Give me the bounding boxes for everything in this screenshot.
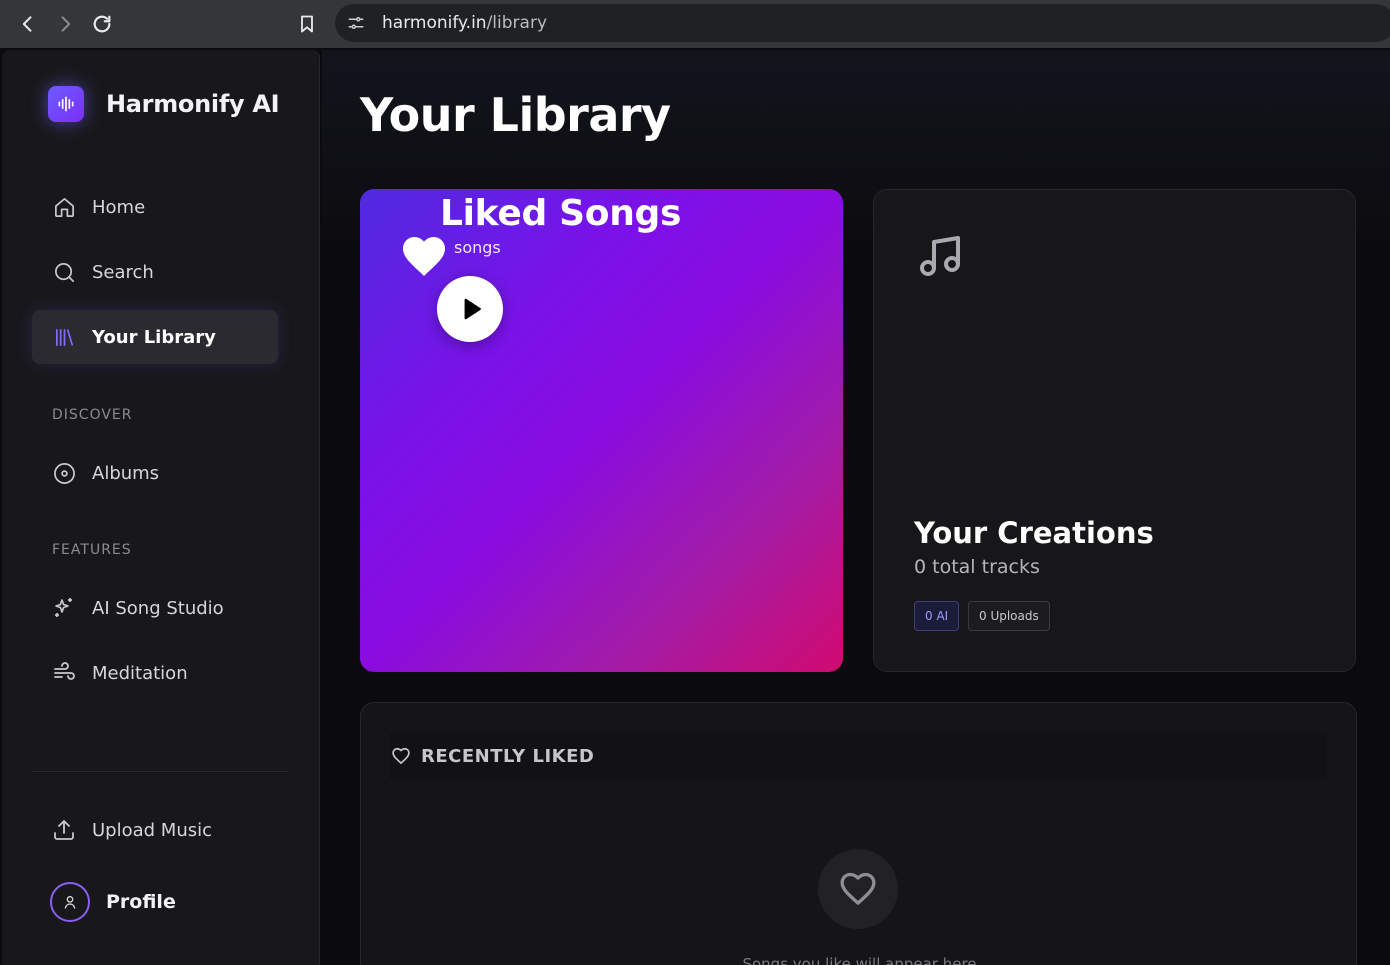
upload-icon xyxy=(52,818,76,842)
play-button[interactable] xyxy=(437,276,503,342)
ai-count-badge: 0 AI xyxy=(914,601,960,631)
sparkles-icon xyxy=(52,596,76,620)
forward-icon[interactable] xyxy=(50,9,80,39)
back-icon[interactable] xyxy=(13,9,43,39)
sidebar-item-upload-music[interactable]: Upload Music xyxy=(32,803,278,857)
section-label-features: FEATURES xyxy=(52,542,132,558)
sidebar-item-search[interactable]: Search xyxy=(32,245,278,299)
sidebar-divider xyxy=(32,771,288,772)
address-bar[interactable]: harmonify.in/library xyxy=(335,4,1390,42)
empty-state-heart-icon xyxy=(818,849,898,929)
sidebar-item-albums[interactable]: Albums xyxy=(32,446,278,500)
site-settings-icon[interactable] xyxy=(345,12,367,34)
url-host: harmonify.in xyxy=(382,13,487,33)
library-icon xyxy=(52,325,76,349)
user-icon xyxy=(50,882,90,922)
sidebar-item-your-library[interactable]: Your Library xyxy=(32,310,278,364)
sidebar: Harmonify AI Home Search Your Library DI… xyxy=(2,50,320,965)
sidebar-item-home[interactable]: Home xyxy=(32,180,278,234)
disc-icon xyxy=(52,461,76,485)
recently-liked-panel: RECENTLY LIKED Songs you like will appea… xyxy=(360,702,1357,965)
recently-liked-title: RECENTLY LIKED xyxy=(421,745,595,767)
sidebar-item-meditation[interactable]: Meditation xyxy=(32,646,278,700)
sidebar-item-label: AI Song Studio xyxy=(92,597,224,619)
creations-title: Your Creations xyxy=(914,516,1154,550)
sidebar-item-label: Upload Music xyxy=(92,819,213,841)
music-note-icon xyxy=(916,232,964,284)
your-creations-card[interactable]: Your Creations 0 total tracks 0 AI 0 Upl… xyxy=(873,189,1356,672)
sidebar-item-label: Home xyxy=(92,196,146,218)
sidebar-item-label: Albums xyxy=(92,462,160,484)
search-icon xyxy=(52,260,76,284)
heart-outline-icon xyxy=(391,746,411,766)
waveform-logo-icon xyxy=(48,86,84,122)
play-icon xyxy=(464,298,481,320)
liked-songs-card[interactable]: Liked Songs songs xyxy=(360,189,843,672)
main-content: Your Library Liked Songs songs Your Crea… xyxy=(322,50,1390,965)
url-path: /library xyxy=(486,13,547,33)
page-title: Your Library xyxy=(360,88,671,142)
liked-songs-count: songs xyxy=(454,238,501,257)
home-icon xyxy=(52,195,76,219)
empty-state-text: Songs you like will appear here xyxy=(742,955,977,965)
browser-toolbar: harmonify.in/library xyxy=(0,0,1390,48)
bookmark-icon[interactable] xyxy=(292,9,322,39)
recently-liked-header: RECENTLY LIKED xyxy=(389,733,1327,779)
heart-icon xyxy=(400,233,448,281)
liked-songs-title: Liked Songs xyxy=(440,193,682,234)
sidebar-item-label: Meditation xyxy=(92,662,188,684)
creations-total: 0 total tracks xyxy=(914,556,1040,578)
uploads-count-badge: 0 Uploads xyxy=(968,601,1050,631)
brand-name: Harmonify AI xyxy=(106,90,280,118)
wind-icon xyxy=(52,661,76,685)
sidebar-item-label: Your Library xyxy=(92,326,216,348)
sidebar-item-ai-song-studio[interactable]: AI Song Studio xyxy=(32,581,278,635)
reload-icon[interactable] xyxy=(87,9,117,39)
brand[interactable]: Harmonify AI xyxy=(48,86,280,122)
section-label-discover: DISCOVER xyxy=(52,407,133,423)
profile-button[interactable]: Profile xyxy=(50,882,176,922)
url-text[interactable]: harmonify.in/library xyxy=(382,13,547,33)
sidebar-item-label: Search xyxy=(92,261,154,283)
profile-label: Profile xyxy=(106,891,176,913)
